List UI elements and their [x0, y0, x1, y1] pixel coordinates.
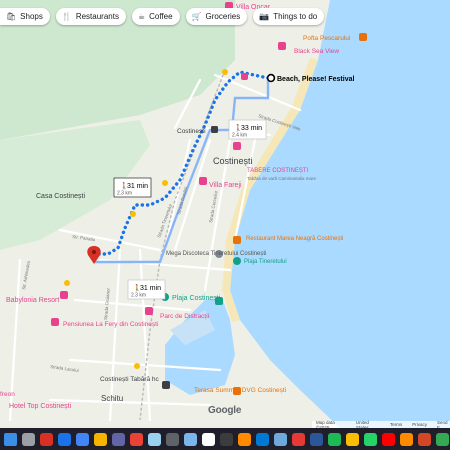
- route-1-time: 31 min: [127, 183, 148, 190]
- photos-icon[interactable]: [274, 432, 287, 446]
- label-tabara-hc: Costinești Tabără hc: [100, 376, 160, 383]
- chip-restaurants-label: Restaurants: [75, 12, 119, 21]
- route-callout-2[interactable]: 🚶 33 min 2.4 km: [228, 119, 267, 140]
- label-plaja-tineretului: Plaja Tineretului: [244, 259, 287, 265]
- camera-icon: 📷: [259, 11, 270, 21]
- route-2-distance: 2.4 km: [232, 133, 247, 139]
- chip-coffee-label: Coffee: [149, 12, 173, 21]
- label-terasa: Terasa Summer DVG Costinești: [194, 387, 286, 394]
- route-callout-1[interactable]: 🚶 31 min 2.3 km: [113, 177, 152, 198]
- google-logo: Google: [208, 405, 241, 416]
- coffee-icon: ☕: [137, 11, 146, 21]
- label-pensiunea: Pensiunea La Fery din Costinești: [63, 321, 158, 328]
- chip-groceries-label: Groceries: [205, 12, 241, 21]
- destination-marker[interactable]: [266, 73, 276, 83]
- google-logo-text: Google: [208, 405, 242, 416]
- label-parc: Parc de Distracții: [160, 313, 209, 320]
- restaurant-icon: 🍴: [61, 11, 72, 21]
- chip-restaurants[interactable]: 🍴 Restaurants: [55, 8, 126, 25]
- snow-icon[interactable]: [148, 432, 161, 446]
- label-schitu: Schitu: [101, 394, 123, 403]
- vlc-icon[interactable]: [238, 432, 251, 446]
- label-destination: Beach, Please! Festival: [277, 76, 354, 83]
- attrib-privacy[interactable]: Privacy: [412, 422, 427, 427]
- whatsapp-icon[interactable]: [364, 432, 377, 446]
- chip-shops-label: Shops: [20, 12, 43, 21]
- label-pofta: Pofta Pescarului: [303, 35, 350, 42]
- label-hotel-top: Hotel Top Costinești: [9, 403, 72, 410]
- folder-icon[interactable]: [94, 432, 107, 446]
- route-2-time: 33 min: [241, 125, 262, 132]
- youtube-icon[interactable]: [382, 432, 395, 446]
- cart-icon: 🛒: [191, 11, 202, 21]
- route-callout-3[interactable]: 🚶 31 min 2.3 km: [127, 279, 166, 300]
- label-costinesti-town: Costinești: [213, 156, 253, 166]
- edge-icon[interactable]: [58, 432, 71, 446]
- shop-icon: 🛍: [6, 11, 17, 21]
- category-chips: 🛍 Shops 🍴 Restaurants ☕ Coffee 🛒 Groceries 📷…: [0, 8, 325, 25]
- chrome-icon-2[interactable]: [346, 432, 359, 446]
- label-babylonia: Babylonia Resort: [6, 297, 59, 304]
- label-mega: Mega Discoteca Tineretului Costinești: [166, 251, 266, 257]
- label-freon: freon: [0, 391, 15, 398]
- settings-icon[interactable]: [202, 432, 215, 446]
- files-icon[interactable]: [76, 432, 89, 446]
- chip-things-label: Things to do: [273, 12, 318, 21]
- label-tabere: TABERE COSTINEȘTI: [247, 168, 309, 174]
- chip-shops[interactable]: 🛍 Shops: [0, 8, 50, 25]
- store-icon[interactable]: [256, 432, 269, 446]
- label-tabara: Tabăra de vară Caminantalia mare: [247, 176, 317, 181]
- pdf-icon[interactable]: [292, 432, 305, 446]
- search-icon[interactable]: [22, 432, 35, 446]
- route-3-time: 31 min: [140, 285, 161, 292]
- image-icon[interactable]: [166, 432, 179, 446]
- teams-icon[interactable]: [112, 432, 125, 446]
- chip-groceries[interactable]: 🛒 Groceries: [185, 8, 248, 25]
- label-restaurant-marea: Restaurant Marea Neagră Costinești: [246, 236, 343, 242]
- label-black-sea-view: Black Sea View: [294, 48, 339, 55]
- mail-icon[interactable]: [40, 432, 53, 446]
- label-station: Costinești: [177, 128, 206, 135]
- route-3-distance: 2.3 km: [131, 293, 146, 299]
- chip-coffee[interactable]: ☕ Coffee: [131, 8, 180, 25]
- terminal-icon[interactable]: [220, 432, 233, 446]
- taskbar: [0, 428, 450, 450]
- label-plaja-costinesti: Plaja Costinești: [172, 295, 221, 302]
- camera-icon[interactable]: [184, 432, 197, 446]
- label-villa-fareji: Villa Fareji: [209, 182, 242, 189]
- map-canvas[interactable]: 🚶 31 min 2.3 km 🚶 33 min 2.4 km 🚶 31 min…: [0, 0, 450, 428]
- vlc-icon-2[interactable]: [400, 432, 413, 446]
- chip-things-to-do[interactable]: 📷 Things to do: [253, 8, 325, 25]
- label-casa: Casa Costinești: [36, 193, 85, 200]
- spotify-icon[interactable]: [328, 432, 341, 446]
- word-icon[interactable]: [310, 432, 323, 446]
- chrome-icon[interactable]: [130, 432, 143, 446]
- chrome-icon-3[interactable]: [436, 432, 449, 446]
- powerpoint-icon[interactable]: [418, 432, 431, 446]
- attrib-terms[interactable]: Terms: [390, 422, 402, 427]
- windows-icon[interactable]: [4, 432, 17, 446]
- map-attribution: Map data ©2025 United States Terms Priva…: [312, 420, 450, 430]
- route-1-distance: 2.3 km: [117, 191, 132, 197]
